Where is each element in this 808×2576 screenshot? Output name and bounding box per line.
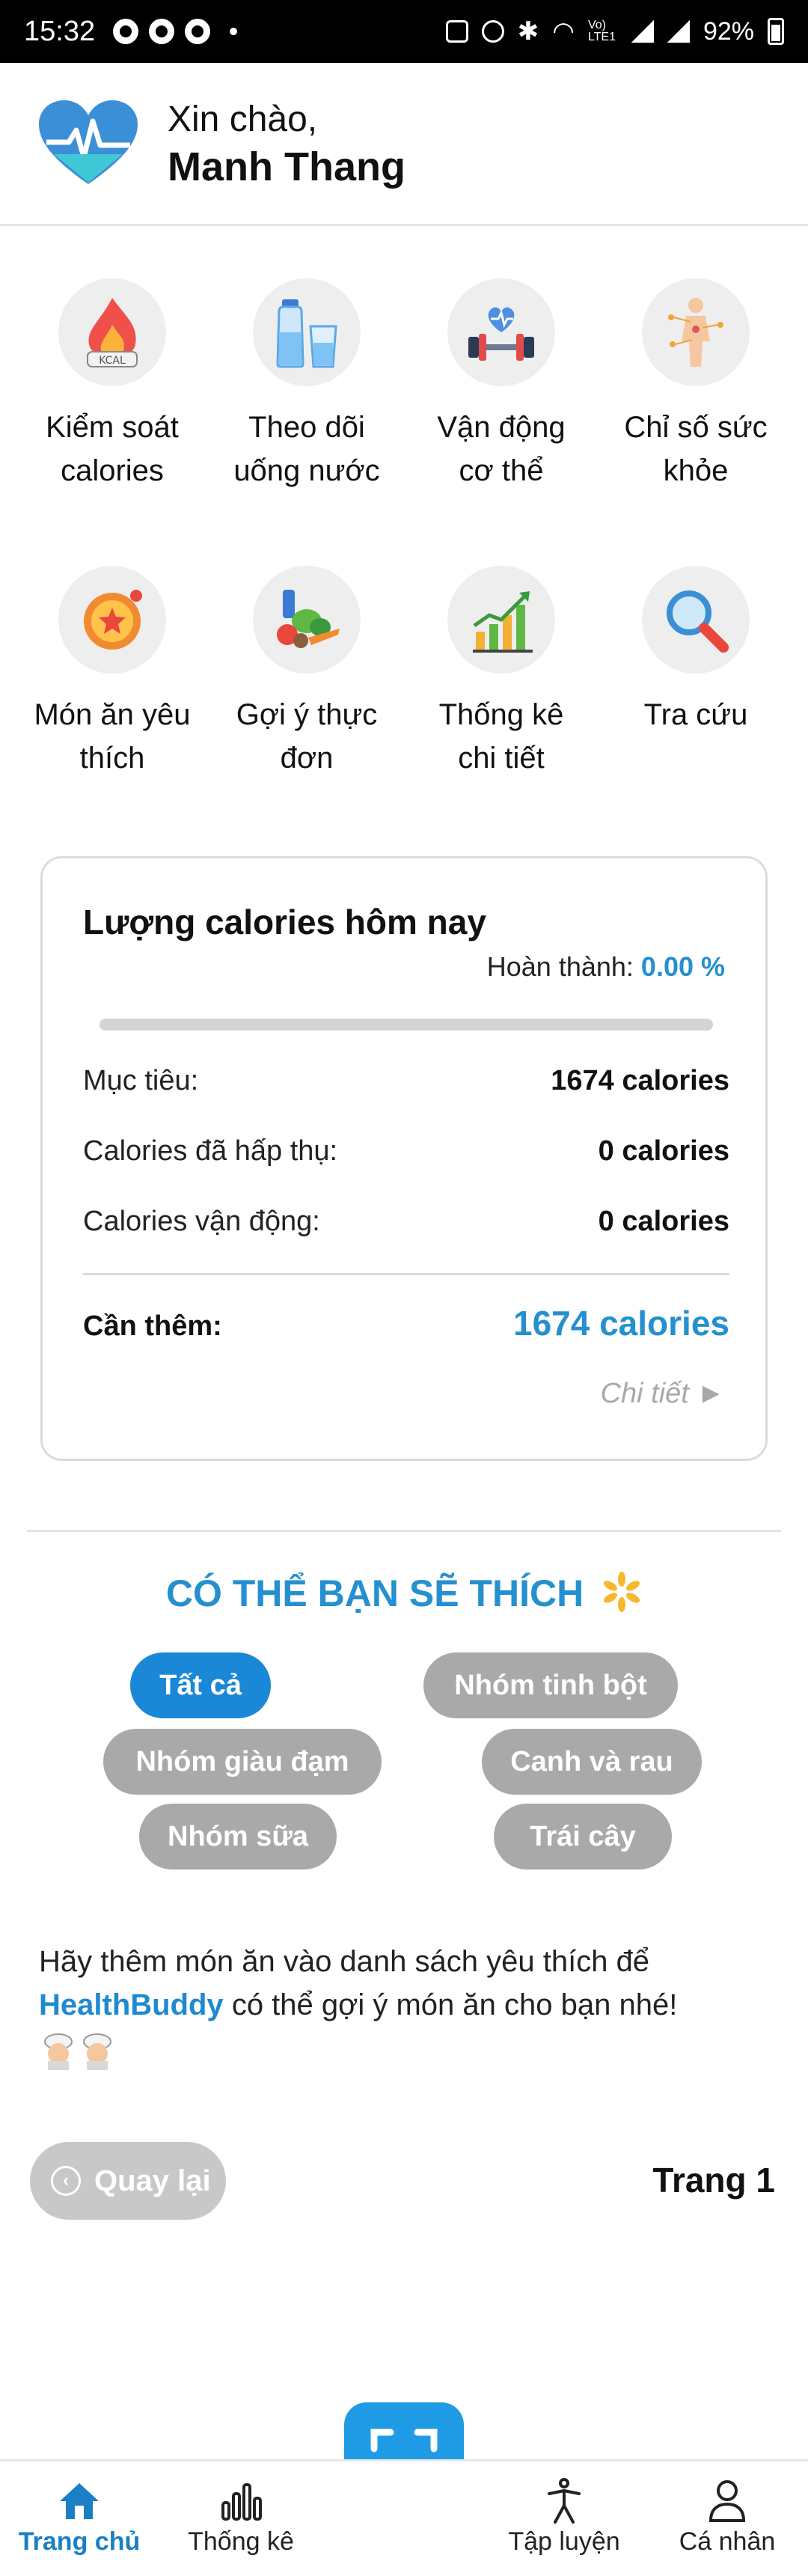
chef-emoji-group [39,2031,772,2082]
calorie-progress-bar [100,1019,713,1031]
greeting-text: Xin chào, [168,99,318,139]
messenger-icon [149,19,175,44]
absorbed-label: Calories đã hấp thụ: [83,1135,338,1167]
feature-detailed-stats[interactable]: Thống kê chi tiết [404,566,599,780]
absorbed-row: Calories đã hấp thụ: 0 calories [83,1135,729,1168]
vegetables-icon [277,590,340,648]
calories-card: Lượng calories hôm nay Hoàn thành: 0.00 … [40,856,768,1461]
nav-home-label: Trang chủ [18,2527,141,2556]
favorite-food-icon [84,590,142,650]
home-icon [60,2483,99,2519]
sparkle-icon [604,1572,640,1612]
calories-card-title: Lượng calories hôm nay [83,903,486,941]
chip-soup-vegetables[interactable]: Canh và rau [482,1729,702,1795]
feature-menu-suggestion[interactable]: Gợi ý thực đơn [209,566,404,780]
battery-icon [768,18,784,45]
target-value: 1674 calories [551,1065,729,1096]
chip-starch[interactable]: Nhóm tinh bột [423,1652,678,1718]
status-time: 15:32 [24,15,96,47]
completion-text: Hoàn thành: 0.00 % [486,951,725,982]
exercise-row: Calories vận động: 0 calories [83,1206,729,1238]
calorie-flame-icon: KCAL [87,298,138,367]
health-heart-logo-icon [39,100,138,184]
remaining-label: Cần thêm: [83,1310,222,1342]
chip-fruit[interactable]: Trái cây [494,1804,672,1870]
nav-profile[interactable]: Cá nhân [652,2475,802,2557]
back-button[interactable]: ‹ Quay lại [30,2142,226,2220]
exercise-value: 0 calories [598,1206,729,1237]
empty-favorites-message: Hãy thêm món ăn vào danh sách yêu thích … [39,1940,772,2082]
lock-icon [445,20,468,43]
battery-level: 92% [703,16,754,46]
wifi-icon: ◠ [552,17,575,46]
body-chart-icon [668,298,723,367]
back-label: Quay lại [94,2164,211,2197]
app-header: Xin chào, Manh Thang [0,63,808,226]
bar-chart-icon [221,2483,262,2521]
status-bar: 15:32 ✱ ◠ Vo) LTE1 92% [0,0,808,63]
nav-profile-label: Cá nhân [679,2527,776,2556]
target-label: Mục tiêu: [83,1065,199,1096]
chip-all[interactable]: Tất cả [130,1652,271,1718]
suggestion-title: CÓ THỂ BẠN SẼ THÍCH [0,1572,808,1615]
more-notifications-icon [230,28,238,35]
signal-icon [631,20,654,43]
nav-workout-label: Tập luyện [508,2527,620,2556]
nav-stats-label: Thống kê [188,2527,294,2556]
remaining-row: Cần thêm: 1674 calories [83,1303,729,1343]
feature-calorie-control[interactable]: KCAL Kiểm soát calories [15,278,209,492]
alarm-icon [481,20,504,43]
chip-protein[interactable]: Nhóm giàu đạm [103,1729,382,1795]
water-bottle-icon [276,299,337,368]
feature-body-exercise[interactable]: Vận động cơ thể [404,278,599,492]
remaining-value: 1674 calories [512,1304,729,1343]
dumbbell-heart-icon [468,307,534,361]
chip-dairy[interactable]: Nhóm sữa [139,1804,337,1870]
user-name: Manh Thang [168,144,405,189]
target-row: Mục tiêu: 1674 calories [83,1065,729,1097]
completion-value: 0.00 % [640,951,725,982]
user-icon [708,2480,746,2522]
section-divider [27,1530,781,1532]
feature-water-tracking[interactable]: Theo dõi uống nước [209,278,404,492]
svg-text:KCAL: KCAL [99,355,126,367]
page-indicator: Trang 1 [652,2161,775,2200]
feature-health-index[interactable]: Chỉ số sức khỏe [599,278,793,492]
nav-home[interactable]: Trang chủ [4,2475,154,2557]
running-person-icon [548,2478,581,2524]
detail-link[interactable]: Chi tiết ► [601,1378,725,1410]
chevron-left-icon: ‹ [51,2166,81,2196]
growth-chart-icon [473,591,533,653]
bluetooth-icon: ✱ [517,17,539,46]
chef-icon [44,2033,111,2070]
magnifier-icon [667,590,729,653]
feature-favorite-food[interactable]: Món ăn yêu thích [15,566,209,780]
nav-workout[interactable]: Tập luyện [489,2475,639,2557]
messenger-icon [185,19,211,44]
exercise-label: Calories vận động: [83,1206,320,1237]
card-divider [83,1273,729,1275]
notification-app-icon [113,19,139,44]
bottom-navigation: Trang chủ Thống kê Tập luyện Cá nhân [0,2459,808,2576]
network-label: Vo) LTE1 [587,19,616,43]
nav-stats[interactable]: Thống kê [166,2475,316,2557]
brand-name: HealthBuddy [39,1989,224,2021]
signal-icon [667,20,690,43]
feature-lookup[interactable]: Tra cứu [599,566,793,736]
absorbed-value: 0 calories [598,1135,729,1167]
